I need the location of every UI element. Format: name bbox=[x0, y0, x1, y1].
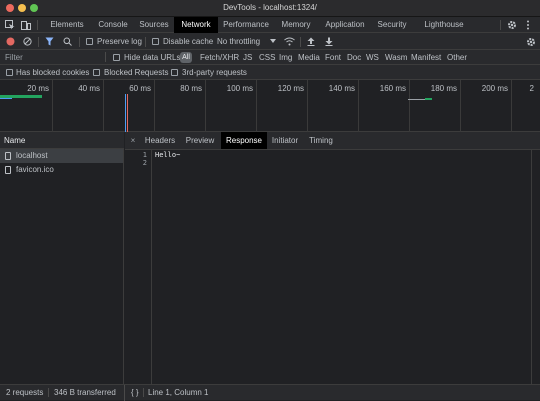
name-column-header[interactable]: Name bbox=[0, 132, 124, 149]
timeline-tick: 60 ms bbox=[129, 84, 151, 93]
chevron-down-icon[interactable] bbox=[270, 39, 276, 44]
throttling-select[interactable]: No throttling bbox=[217, 37, 260, 46]
timeline-tick: 80 ms bbox=[180, 84, 202, 93]
blocked-requests-checkbox[interactable] bbox=[93, 69, 100, 76]
disable-cache-checkbox[interactable] bbox=[152, 38, 159, 45]
line-number: 1 bbox=[142, 151, 147, 159]
waterfall-bar-favicon-receive bbox=[425, 98, 432, 100]
tab-security[interactable]: Security bbox=[372, 17, 412, 33]
settings-gear-icon[interactable] bbox=[507, 20, 517, 30]
window-titlebar: DevTools - localhost:1324/ bbox=[0, 0, 540, 17]
tab-preview[interactable]: Preview bbox=[181, 132, 219, 149]
blocked-filter-bar: Has blocked cookies Blocked Requests 3rd… bbox=[0, 65, 540, 80]
network-toolbar: Preserve log Disable cache No throttling bbox=[0, 33, 540, 50]
transferred-size: 346 B transferred bbox=[54, 388, 116, 397]
line-number-gutter: 1 2 bbox=[125, 149, 152, 384]
filter-icon[interactable] bbox=[45, 37, 54, 46]
filter-bar: Filter Hide data URLs All Fetch/XHR JS C… bbox=[0, 50, 540, 65]
load-event-marker bbox=[127, 94, 128, 132]
filter-input[interactable]: Filter bbox=[5, 53, 23, 62]
blocked-requests-label: Blocked Requests bbox=[104, 68, 169, 77]
third-party-requests-checkbox[interactable] bbox=[171, 69, 178, 76]
timeline-tick: 100 ms bbox=[226, 84, 253, 93]
tab-application[interactable]: Application bbox=[318, 17, 372, 33]
timeline-tick: 140 ms bbox=[328, 84, 355, 93]
export-har-icon[interactable] bbox=[325, 37, 333, 46]
tab-sources[interactable]: Sources bbox=[134, 17, 174, 33]
main-tab-bar: Elements Console Sources Network Perform… bbox=[0, 17, 540, 33]
type-filter-ws[interactable]: WS bbox=[366, 53, 379, 62]
network-conditions-icon[interactable] bbox=[284, 37, 295, 46]
timeline-tick: 180 ms bbox=[430, 84, 457, 93]
type-filter-fetch-xhr[interactable]: Fetch/XHR bbox=[200, 53, 239, 62]
tab-elements[interactable]: Elements bbox=[42, 17, 92, 33]
timeline-tick: 2 bbox=[529, 84, 534, 93]
request-detail-panel: × Headers Preview Response Initiator Tim… bbox=[125, 132, 540, 384]
tab-initiator[interactable]: Initiator bbox=[267, 132, 303, 149]
type-filter-manifest[interactable]: Manifest bbox=[411, 53, 441, 62]
timeline-tick: 40 ms bbox=[78, 84, 100, 93]
timeline-tick: 20 ms bbox=[27, 84, 49, 93]
type-filter-js[interactable]: JS bbox=[243, 53, 252, 62]
request-row-localhost[interactable]: localhost bbox=[0, 149, 123, 163]
line-number: 2 bbox=[142, 159, 147, 167]
timeline-tick: 160 ms bbox=[379, 84, 406, 93]
type-filter-css[interactable]: CSS bbox=[259, 53, 275, 62]
editor-scrollbar[interactable] bbox=[531, 149, 532, 384]
response-body[interactable]: Hello~ bbox=[155, 151, 180, 159]
third-party-requests-label: 3rd-party requests bbox=[182, 68, 247, 77]
detail-tab-bar: × Headers Preview Response Initiator Tim… bbox=[125, 132, 540, 150]
search-icon[interactable] bbox=[63, 37, 72, 46]
network-settings-gear-icon[interactable] bbox=[526, 37, 536, 47]
type-filter-font[interactable]: Font bbox=[325, 53, 341, 62]
dom-content-loaded-marker bbox=[125, 94, 126, 132]
request-row-favicon[interactable]: favicon.ico bbox=[0, 163, 123, 177]
waterfall-bar-localhost-download bbox=[0, 98, 12, 99]
request-count: 2 requests bbox=[6, 388, 44, 397]
tab-console[interactable]: Console bbox=[92, 17, 134, 33]
has-blocked-cookies-checkbox[interactable] bbox=[6, 69, 13, 76]
tab-lighthouse[interactable]: Lighthouse bbox=[412, 17, 476, 33]
close-detail-button[interactable]: × bbox=[127, 132, 139, 149]
import-har-icon[interactable] bbox=[307, 37, 315, 46]
clear-icon[interactable] bbox=[23, 37, 32, 46]
file-icon bbox=[5, 166, 11, 174]
hide-data-urls-label: Hide data URLs bbox=[124, 53, 181, 62]
tab-timing[interactable]: Timing bbox=[305, 132, 337, 149]
cursor-position: Line 1, Column 1 bbox=[148, 388, 209, 397]
document-icon bbox=[5, 152, 11, 160]
tab-memory[interactable]: Memory bbox=[274, 17, 318, 33]
more-options-icon[interactable] bbox=[526, 20, 530, 30]
status-bar: 2 requests 346 B transferred { } Line 1,… bbox=[0, 384, 540, 401]
type-filter-doc[interactable]: Doc bbox=[347, 53, 361, 62]
device-toolbar-icon[interactable] bbox=[21, 20, 31, 30]
pretty-print-button[interactable]: { } bbox=[131, 388, 139, 397]
tab-network[interactable]: Network bbox=[174, 17, 218, 33]
timeline-tick: 120 ms bbox=[277, 84, 304, 93]
request-name: localhost bbox=[16, 151, 48, 160]
type-filter-wasm[interactable]: Wasm bbox=[385, 53, 407, 62]
tab-performance[interactable]: Performance bbox=[218, 17, 274, 33]
requests-panel: Name localhost favicon.ico bbox=[0, 132, 124, 384]
record-icon[interactable] bbox=[6, 37, 15, 46]
tab-headers[interactable]: Headers bbox=[141, 132, 179, 149]
preserve-log-checkbox[interactable] bbox=[86, 38, 93, 45]
tab-response[interactable]: Response bbox=[221, 132, 267, 149]
type-filter-media[interactable]: Media bbox=[298, 53, 320, 62]
timeline-overview[interactable]: 20 ms 40 ms 60 ms 80 ms 100 ms 120 ms 14… bbox=[0, 80, 540, 132]
inspect-element-icon[interactable] bbox=[5, 20, 15, 30]
type-filter-other[interactable]: Other bbox=[447, 53, 467, 62]
type-filter-img[interactable]: Img bbox=[279, 53, 292, 62]
type-filter-all[interactable]: All bbox=[180, 52, 192, 63]
hide-data-urls-checkbox[interactable] bbox=[113, 54, 120, 61]
preserve-log-label: Preserve log bbox=[97, 37, 142, 46]
window-title: DevTools - localhost:1324/ bbox=[223, 3, 317, 12]
request-name: favicon.ico bbox=[16, 165, 54, 174]
has-blocked-cookies-label: Has blocked cookies bbox=[16, 68, 90, 77]
disable-cache-label: Disable cache bbox=[163, 37, 214, 46]
